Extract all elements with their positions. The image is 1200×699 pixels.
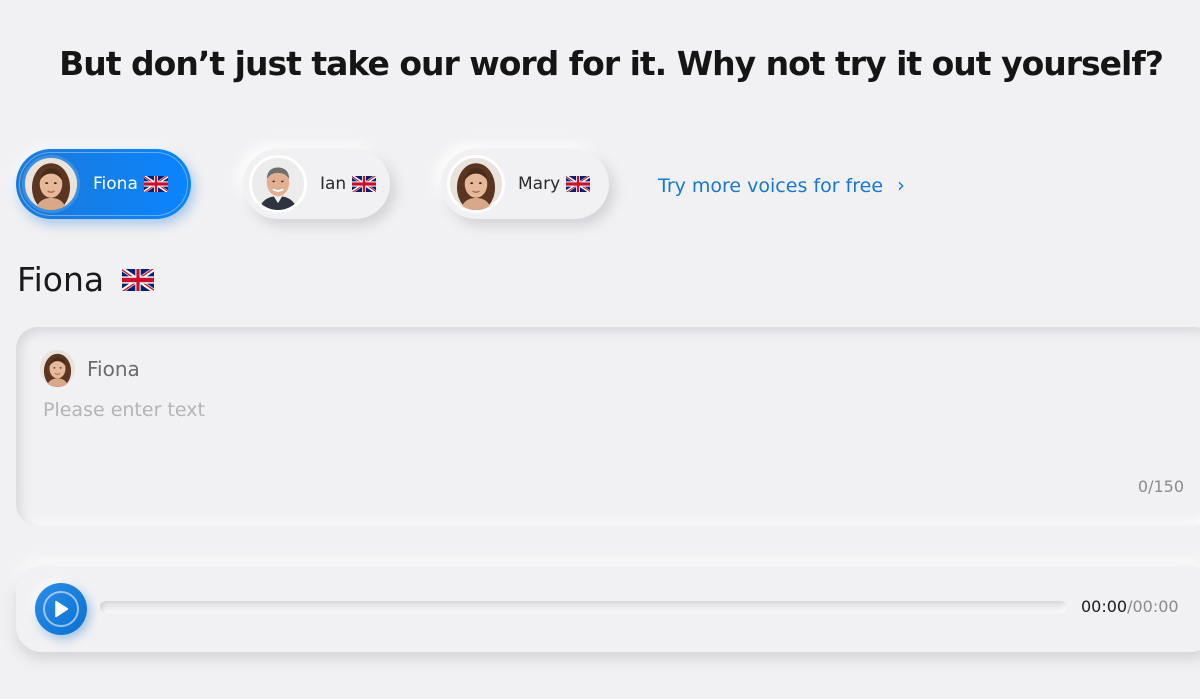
chevron-right-icon: › [897,173,906,197]
uk-flag-icon [566,176,590,192]
page: But don’t just take our word for it. Why… [0,0,1200,699]
card-speaker-name: Fiona [87,356,140,381]
avatar [249,155,307,213]
selected-voice-heading: Fiona [17,260,154,299]
page-headline: But don’t just take our word for it. Why… [59,44,1164,83]
selected-voice-name: Fiona [17,260,105,299]
play-icon [43,591,79,627]
voice-name: Ian [320,174,347,194]
card-speaker: Fiona [40,350,140,387]
try-more-voices-label: Try more voices for free [658,175,884,197]
total-time: /00:00 [1127,597,1179,616]
tts-text-input[interactable] [43,399,1183,489]
audio-player: 00:00/00:00 [16,566,1200,652]
play-button[interactable] [35,583,87,635]
uk-flag-icon [144,176,168,192]
avatar [22,155,80,213]
voice-name: Fiona [93,174,138,194]
progress-bar[interactable] [100,601,1067,613]
voice-option-ian[interactable]: Ian [243,149,390,219]
uk-flag-icon [122,269,154,291]
current-time: 00:00 [1081,597,1128,616]
time-display: 00:00/00:00 [1081,597,1179,616]
voice-option-fiona[interactable]: Fiona [16,149,191,219]
character-count: 0/150 [1137,477,1184,496]
text-input-card: Fiona 0/150 [16,327,1200,526]
try-more-voices-link[interactable]: Try more voices for free › [658,173,905,197]
voice-name: Mary [518,174,561,194]
avatar [447,155,505,213]
voice-option-mary[interactable]: Mary [441,149,609,219]
avatar [40,350,75,387]
uk-flag-icon [352,176,376,192]
